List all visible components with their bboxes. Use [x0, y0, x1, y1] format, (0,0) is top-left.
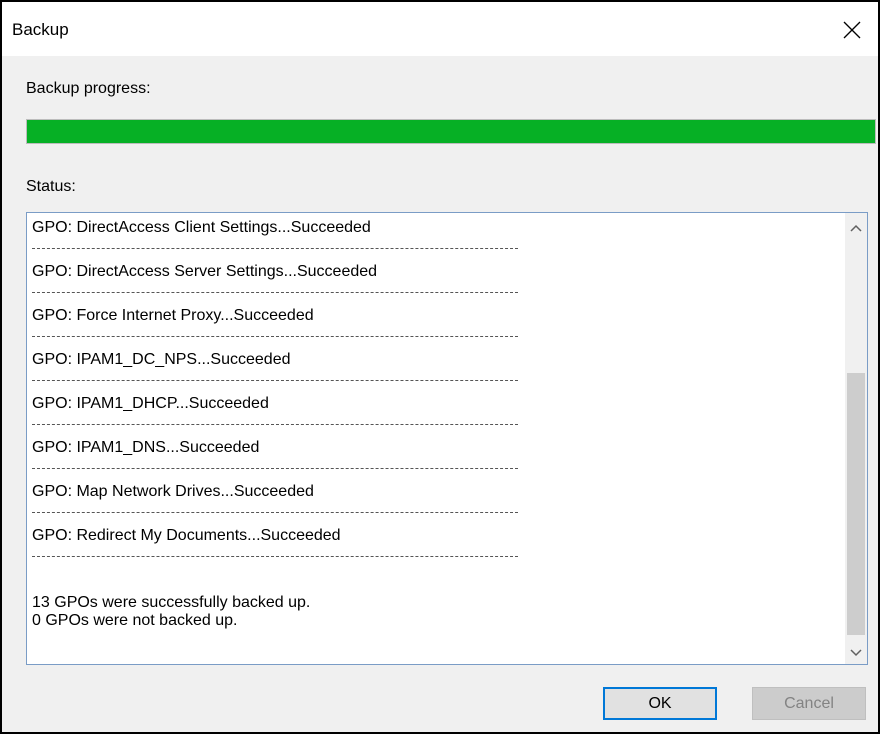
status-label: Status:	[26, 178, 76, 195]
chevron-up-icon	[850, 224, 862, 232]
status-entry: GPO: DirectAccess Client Settings...Succ…	[32, 213, 842, 257]
backup-summary: 13 GPOs were successfully backed up. 0 G…	[32, 594, 310, 630]
status-entry: GPO: IPAM1_DNS...Succeeded	[32, 433, 842, 477]
chevron-down-icon	[850, 649, 862, 657]
status-entry: GPO: Redirect My Documents...Succeeded	[32, 521, 842, 565]
entry-separator	[32, 248, 518, 249]
backup-progress-bar	[26, 119, 876, 144]
progress-fill	[27, 120, 875, 143]
status-entry: GPO: Map Network Drives...Succeeded	[32, 477, 842, 521]
entry-separator	[32, 556, 518, 557]
status-entry-text: GPO: Force Internet Proxy...Succeeded	[32, 307, 314, 324]
status-entry-text: GPO: Redirect My Documents...Succeeded	[32, 527, 341, 544]
status-entry-text: GPO: IPAM1_DHCP...Succeeded	[32, 395, 269, 412]
entry-separator	[32, 512, 518, 513]
cancel-button[interactable]: Cancel	[752, 687, 866, 720]
status-entry-text: GPO: IPAM1_DNS...Succeeded	[32, 439, 260, 456]
scroll-thumb[interactable]	[847, 373, 865, 635]
ok-button[interactable]: OK	[603, 687, 717, 720]
window-title: Backup	[12, 20, 69, 39]
status-entry-text: GPO: Map Network Drives...Succeeded	[32, 483, 314, 500]
entry-separator	[32, 424, 518, 425]
vertical-scrollbar[interactable]	[845, 213, 867, 664]
status-entry: GPO: DirectAccess Server Settings...Succ…	[32, 257, 842, 301]
backup-dialog: Backup Backup progress: Status: GPO: Dir…	[0, 0, 880, 734]
title-bar: Backup	[2, 2, 878, 56]
status-entry: GPO: IPAM1_DHCP...Succeeded	[32, 389, 842, 433]
status-entry: GPO: Force Internet Proxy...Succeeded	[32, 301, 842, 345]
close-icon	[843, 21, 861, 39]
status-entry: GPO: IPAM1_DC_NPS...Succeeded	[32, 345, 842, 389]
entry-separator	[32, 336, 518, 337]
entry-separator	[32, 292, 518, 293]
summary-failed: 0 GPOs were not backed up.	[32, 612, 238, 629]
scroll-up-button[interactable]	[845, 217, 867, 239]
status-entry-text: GPO: DirectAccess Client Settings...Succ…	[32, 219, 371, 236]
status-entries: GPO: DirectAccess Client Settings...Succ…	[32, 213, 842, 565]
status-entry-text: GPO: IPAM1_DC_NPS...Succeeded	[32, 351, 291, 368]
scroll-down-button[interactable]	[845, 642, 867, 664]
entry-separator	[32, 468, 518, 469]
progress-label: Backup progress:	[26, 80, 151, 97]
entry-separator	[32, 380, 518, 381]
summary-success: 13 GPOs were successfully backed up.	[32, 594, 311, 611]
close-button[interactable]	[830, 8, 874, 52]
status-log[interactable]: GPO: DirectAccess Client Settings...Succ…	[26, 212, 868, 665]
status-entry-text: GPO: DirectAccess Server Settings...Succ…	[32, 263, 378, 280]
